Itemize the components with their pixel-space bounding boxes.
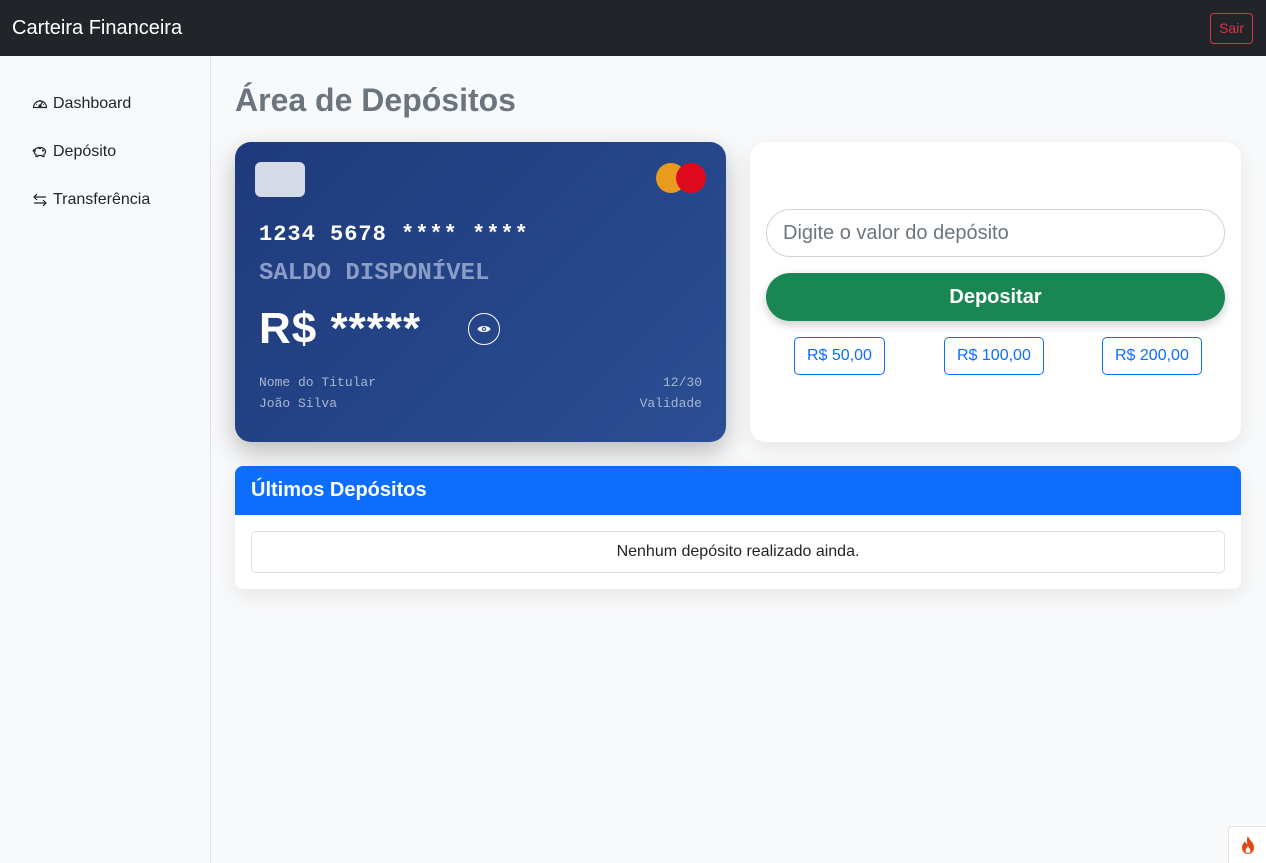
quick-amount-50-button[interactable]: R$ 50,00 (794, 337, 885, 375)
card-chip-icon (255, 162, 305, 197)
deposit-button[interactable]: Depositar (766, 273, 1225, 321)
sidebar-item-label: Transferência (53, 191, 151, 208)
sidebar-item-deposito[interactable]: Depósito (0, 128, 210, 176)
logout-button[interactable]: Sair (1210, 12, 1253, 44)
speedometer-icon (32, 100, 48, 109)
credit-card: 1234 5678 **** **** SALDO DISPONÍVEL R$ … (235, 142, 726, 442)
eye-icon (477, 326, 491, 332)
page-title: Área de Depósitos (235, 82, 516, 118)
sidebar-item-label: Depósito (53, 143, 117, 160)
toggle-balance-button[interactable] (468, 313, 500, 345)
top-navbar: Carteira Financeira Sair (0, 0, 1266, 56)
quick-amount-100-button[interactable]: R$ 100,00 (944, 337, 1044, 375)
app-brand[interactable]: Carteira Financeira (12, 17, 182, 40)
history-empty-message: Nenhum depósito realizado ainda. (251, 531, 1225, 573)
history-title: Últimos Depósitos (235, 466, 1241, 515)
deposit-history: Últimos Depósitos Nenhum depósito realiz… (235, 466, 1241, 589)
deposit-amount-input[interactable] (766, 209, 1225, 257)
balance-label: SALDO DISPONÍVEL (259, 260, 490, 287)
holder-name: João Silva (259, 396, 338, 411)
deposit-panel: Depositar R$ 50,00 R$ 100,00 R$ 200,00 (750, 142, 1241, 442)
expiry-label: Validade (639, 396, 702, 411)
balance-value: R$ ***** (259, 304, 422, 353)
card-number: 1234 5678 **** **** (259, 222, 529, 247)
quick-amount-200-button[interactable]: R$ 200,00 (1102, 337, 1202, 375)
card-expiry: 12/30 (662, 375, 702, 390)
sidebar-item-dashboard[interactable]: Dashboard (0, 80, 210, 128)
arrow-left-right-icon (33, 193, 47, 207)
holder-label: Nome do Titular (259, 375, 377, 390)
sidebar-item-transferencia[interactable]: Transferência (0, 176, 210, 224)
piggy-bank-icon (32, 146, 47, 158)
mastercard-icon (656, 163, 708, 193)
sidebar: Dashboard Depósito Transferência (0, 56, 211, 863)
sidebar-item-label: Dashboard (53, 95, 132, 112)
flame-icon (1241, 836, 1254, 854)
debug-toolbar-button[interactable] (1228, 826, 1266, 863)
